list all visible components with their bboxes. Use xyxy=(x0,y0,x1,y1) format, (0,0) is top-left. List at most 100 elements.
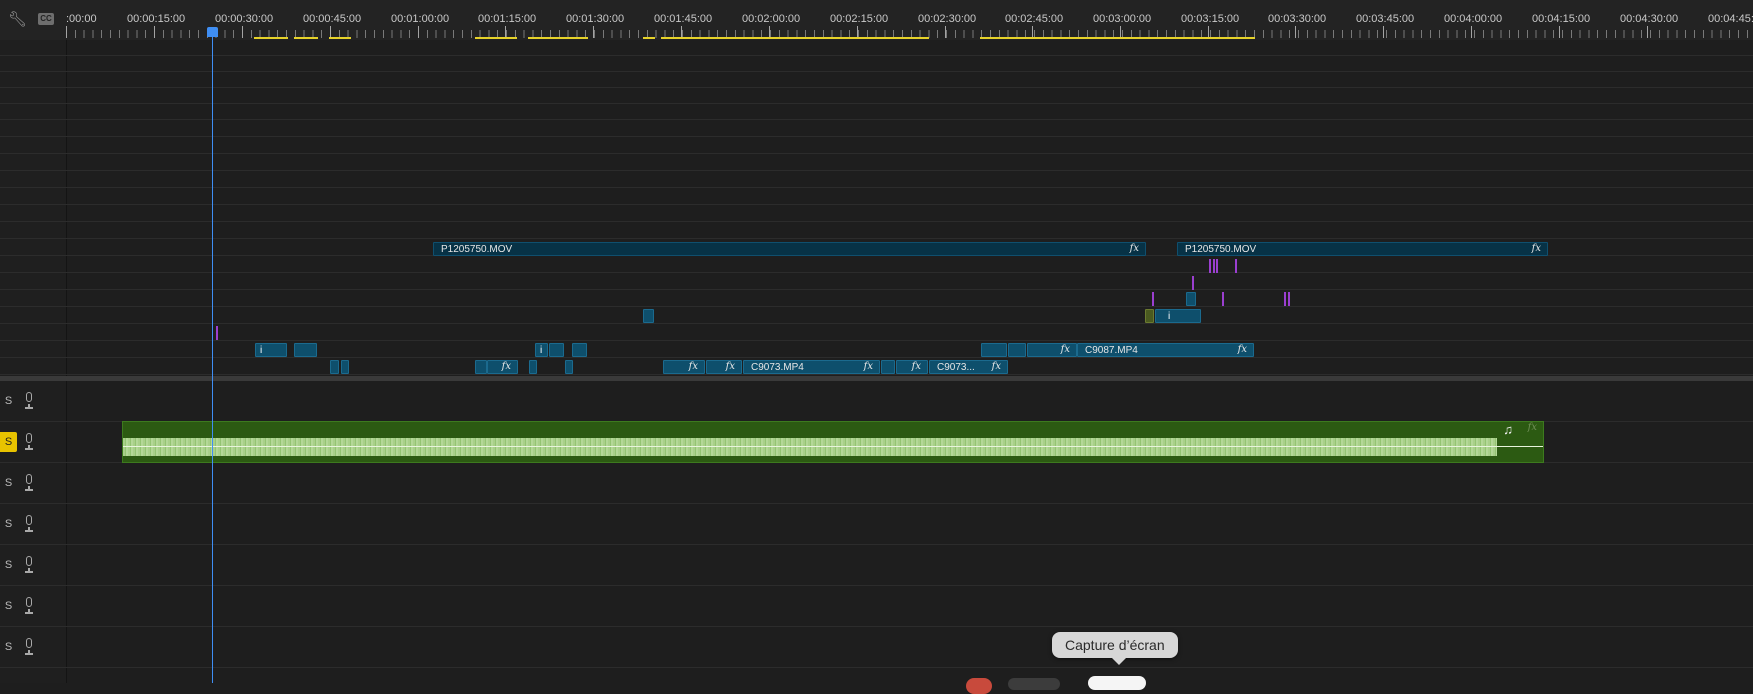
timecode-label: 00:02:15:00 xyxy=(830,13,889,25)
microphone-icon[interactable] xyxy=(24,433,34,451)
video-clip[interactable] xyxy=(1186,292,1196,306)
microphone-icon[interactable] xyxy=(24,638,34,656)
video-clip[interactable]: P1205750.MOV fx xyxy=(1177,242,1548,256)
video-clip[interactable]: fx xyxy=(663,360,705,374)
dock-button[interactable] xyxy=(1008,678,1060,690)
audio-track-row: S xyxy=(0,463,1753,504)
video-clip[interactable] xyxy=(475,360,487,374)
video-clip[interactable]: C9073... fx xyxy=(929,360,1008,374)
video-clip[interactable]: i xyxy=(255,343,287,357)
timecode-label: 00:01:15:00 xyxy=(478,13,537,25)
fx-badge[interactable]: fx xyxy=(726,361,735,372)
microphone-icon[interactable] xyxy=(24,556,34,574)
video-clip[interactable] xyxy=(981,343,1007,357)
solo-button[interactable]: S xyxy=(0,637,17,657)
video-clip[interactable]: C9087.MP4 fx xyxy=(1077,343,1254,357)
timecode-label: 00:03:15:00 xyxy=(1181,13,1240,25)
clip-marker[interactable] xyxy=(1152,292,1154,306)
video-clip[interactable]: fx xyxy=(706,360,742,374)
microphone-icon[interactable] xyxy=(24,474,34,492)
video-track-row xyxy=(0,325,1753,341)
video-clip[interactable] xyxy=(529,360,537,374)
render-bar xyxy=(980,37,1255,39)
video-track-row xyxy=(0,40,1753,56)
timecode-label: 00:03:45:00 xyxy=(1356,13,1415,25)
video-clip[interactable] xyxy=(330,360,339,374)
fx-badge[interactable]: fx xyxy=(992,361,1001,372)
clip-marker[interactable] xyxy=(1222,292,1224,306)
render-bar xyxy=(254,37,288,39)
fx-badge[interactable]: fx xyxy=(689,361,698,372)
captions-icon[interactable]: CC xyxy=(38,13,54,25)
playhead-line[interactable] xyxy=(212,28,213,683)
playhead-handle[interactable] xyxy=(207,27,218,37)
video-clip[interactable]: C9073.MP4 fx xyxy=(743,360,880,374)
solo-button[interactable]: S xyxy=(0,514,17,534)
video-clip[interactable]: fx xyxy=(1027,343,1077,357)
video-clip[interactable] xyxy=(565,360,573,374)
clip-name: C9087.MP4 xyxy=(1085,345,1138,356)
audio-waveform xyxy=(123,438,1543,456)
clip-name: C9073... xyxy=(937,362,975,373)
video-clip[interactable] xyxy=(341,360,349,374)
dock-capture-button[interactable] xyxy=(1088,676,1146,690)
timecode-label: 00:00:30:00 xyxy=(215,13,274,25)
clip-marker[interactable] xyxy=(1209,259,1211,273)
ruler-major-tick xyxy=(1647,26,1648,38)
video-clip[interactable] xyxy=(1145,309,1154,323)
fx-badge[interactable]: fx xyxy=(1130,243,1139,254)
audio-track-row: S xyxy=(0,627,1753,668)
video-clip[interactable]: fx xyxy=(487,360,518,374)
solo-button[interactable]: S xyxy=(0,391,17,411)
video-clip[interactable]: i xyxy=(535,343,548,357)
video-clip[interactable]: P1205750.MOV fx xyxy=(433,242,1146,256)
wrench-icon[interactable]: 🔧︎ xyxy=(8,12,27,28)
ruler-major-tick xyxy=(945,26,946,38)
fx-badge[interactable]: fx xyxy=(1238,344,1247,355)
video-track-row xyxy=(0,223,1753,239)
clip-marker[interactable] xyxy=(1288,292,1290,306)
video-clip[interactable] xyxy=(549,343,564,357)
microphone-icon[interactable] xyxy=(24,515,34,533)
fx-badge[interactable]: fx xyxy=(1061,344,1070,355)
solo-button[interactable]: S xyxy=(0,596,17,616)
microphone-icon[interactable] xyxy=(24,392,34,410)
video-clip[interactable] xyxy=(572,343,587,357)
clip-marker[interactable] xyxy=(1284,292,1286,306)
ruler-major-tick xyxy=(1471,26,1472,38)
fx-badge[interactable]: fx xyxy=(864,361,873,372)
clip-marker[interactable] xyxy=(1213,259,1215,273)
clip-marker[interactable] xyxy=(1192,276,1194,290)
microphone-icon[interactable] xyxy=(24,597,34,615)
clip-name: C9073.MP4 xyxy=(751,362,804,373)
dock-record-button[interactable] xyxy=(966,678,992,694)
video-track-row xyxy=(0,56,1753,72)
solo-button[interactable]: S xyxy=(0,473,17,493)
timecode-label: 00:01:45:00 xyxy=(654,13,713,25)
video-clip[interactable]: i xyxy=(1155,309,1201,323)
volume-line[interactable] xyxy=(123,446,1543,447)
clip-marker[interactable] xyxy=(216,326,218,340)
timecode-label: 00:01:00:00 xyxy=(391,13,450,25)
fx-badge[interactable]: fx xyxy=(1528,422,1537,433)
tooltip: Capture d’écran xyxy=(1052,632,1178,658)
time-ruler[interactable]: 🔧︎ CC :00:00 00:00:15:00 00:00:30:00 00:… xyxy=(0,0,1753,40)
clip-marker[interactable] xyxy=(1216,259,1218,273)
video-track-row xyxy=(0,155,1753,171)
video-clip[interactable] xyxy=(294,343,317,357)
fx-badge[interactable]: fx xyxy=(912,361,921,372)
fx-badge[interactable]: fx xyxy=(1532,243,1541,254)
video-clip[interactable]: fx xyxy=(896,360,928,374)
solo-button[interactable]: S xyxy=(0,555,17,575)
clip-marker[interactable] xyxy=(1235,259,1237,273)
ruler-major-tick xyxy=(1295,26,1296,38)
video-clip[interactable] xyxy=(881,360,895,374)
video-clip[interactable] xyxy=(1008,343,1026,357)
video-track-row xyxy=(0,189,1753,205)
ruler-major-tick xyxy=(418,26,419,38)
audio-clip[interactable]: ♫ fx xyxy=(122,421,1544,463)
video-clip[interactable] xyxy=(643,309,654,323)
fx-badge[interactable]: fx xyxy=(502,361,511,372)
timecode-label: 00:02:00:00 xyxy=(742,13,801,25)
solo-button[interactable]: S xyxy=(0,432,17,452)
